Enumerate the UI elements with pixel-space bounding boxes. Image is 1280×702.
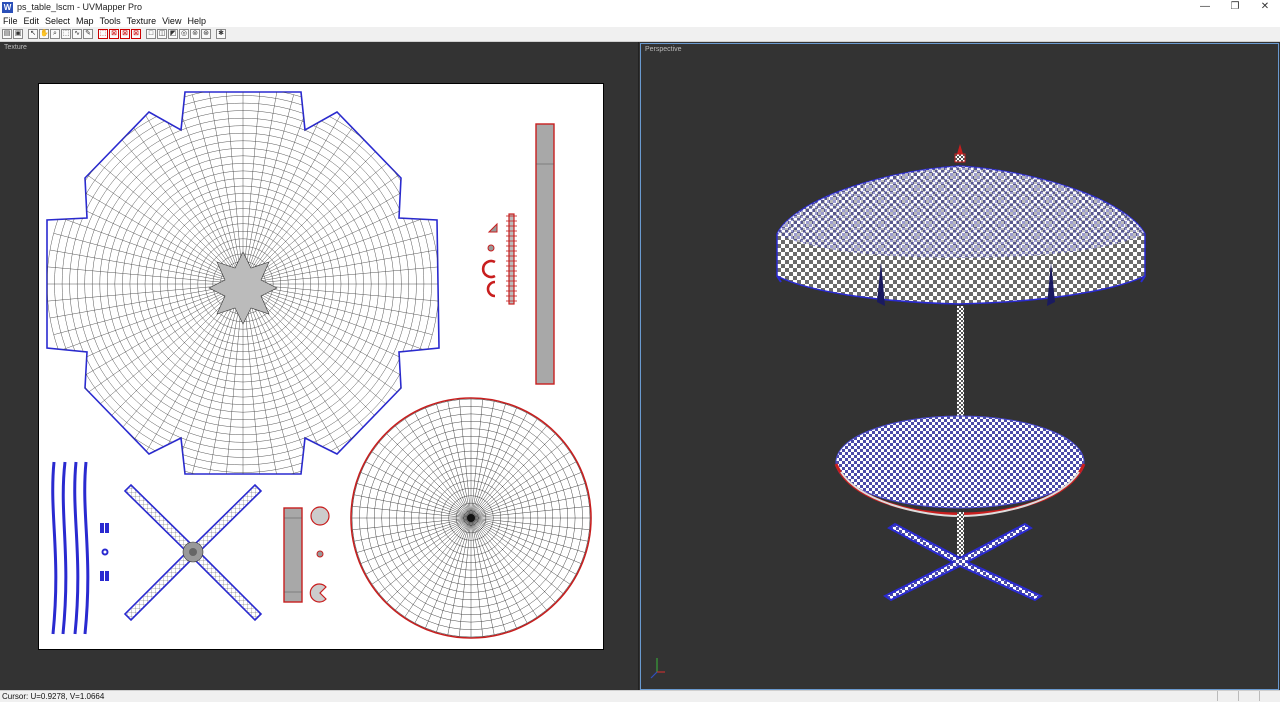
cursor-readout: Cursor: U=0.9278, V=1.0664 [2,692,105,701]
tabletop-island[interactable] [350,397,592,639]
base-island[interactable] [123,483,263,622]
paint-icon[interactable]: ✎ [83,29,93,39]
texture-pane-label: Texture [4,44,27,51]
invert-icon[interactable]: ⊠ [120,29,130,39]
close-button[interactable]: ✕ [1250,0,1280,14]
menu-edit[interactable]: Edit [24,16,40,26]
menu-bar: File Edit Select Map Tools Texture View … [0,14,1280,27]
small-bracket-islands[interactable] [100,523,109,581]
menu-tools[interactable]: Tools [100,16,121,26]
delete-icon[interactable]: ⊠ [131,29,141,39]
select-box-icon[interactable]: ⬚ [98,29,108,39]
region-icon[interactable]: ⊛ [201,29,211,39]
menu-select[interactable]: Select [45,16,70,26]
column-model[interactable] [957,512,964,556]
perspective-viewport[interactable] [641,44,1278,689]
texture-pane[interactable]: Texture [0,42,639,690]
umbrella-canopy-model[interactable] [776,165,1146,306]
axis-gizmo-icon [650,658,665,679]
pointer-icon[interactable]: ↖ [28,29,38,39]
uv-sheet[interactable] [38,83,604,650]
status-box-2 [1238,691,1259,701]
uv-layout[interactable] [39,84,603,649]
save-icon[interactable]: ▣ [13,29,23,39]
perspective-pane-label: Perspective [645,46,682,53]
umbrella-finial-model[interactable] [954,144,966,163]
finial-islands[interactable] [481,213,517,305]
deselect-icon[interactable]: ⊠ [109,29,119,39]
status-box-3 [1259,691,1280,701]
face-icon[interactable]: ◩ [168,29,178,39]
canopy-island[interactable] [46,88,440,480]
material-icon[interactable]: ⊚ [190,29,200,39]
edge-icon[interactable]: ◫ [157,29,167,39]
pole-island[interactable] [535,123,555,385]
menu-file[interactable]: File [3,16,18,26]
status-bar: Cursor: U=0.9278, V=1.0664 [0,690,1280,702]
open-icon[interactable]: ▤ [2,29,12,39]
vertex-icon[interactable]: □ [146,29,156,39]
marquee-icon[interactable]: ⬚ [61,29,71,39]
title-bar: W ps_table_lscm - UVMapper Pro — ❐ ✕ [0,0,1280,14]
toolbar: ▤ ▣ ↖ ✋ ⌕ ⬚ ∿ ✎ ⬚ ⊠ ⊠ ⊠ □ ◫ ◩ ◎ ⊚ ⊛ ✱ [0,27,1280,42]
minimize-button[interactable]: — [1190,0,1220,14]
hand-icon[interactable]: ✋ [39,29,49,39]
menu-texture[interactable]: Texture [127,16,157,26]
app-icon: W [2,1,13,13]
menu-view[interactable]: View [162,16,181,26]
restore-button[interactable]: ❐ [1220,0,1250,14]
status-box-1 [1217,691,1238,701]
lasso-icon[interactable]: ∿ [72,29,82,39]
perspective-pane[interactable]: Perspective [640,43,1279,690]
leg-strip-islands[interactable] [51,461,90,635]
column-islands[interactable] [283,506,330,603]
group-icon[interactable]: ◎ [179,29,189,39]
menu-map[interactable]: Map [76,16,94,26]
zoom-icon[interactable]: ⌕ [50,29,60,39]
window-title: ps_table_lscm - UVMapper Pro [17,2,143,12]
workspace: Texture Perspective [0,42,1280,690]
menu-help[interactable]: Help [187,16,206,26]
settings-icon[interactable]: ✱ [216,29,226,39]
tabletop-model[interactable] [834,415,1086,518]
